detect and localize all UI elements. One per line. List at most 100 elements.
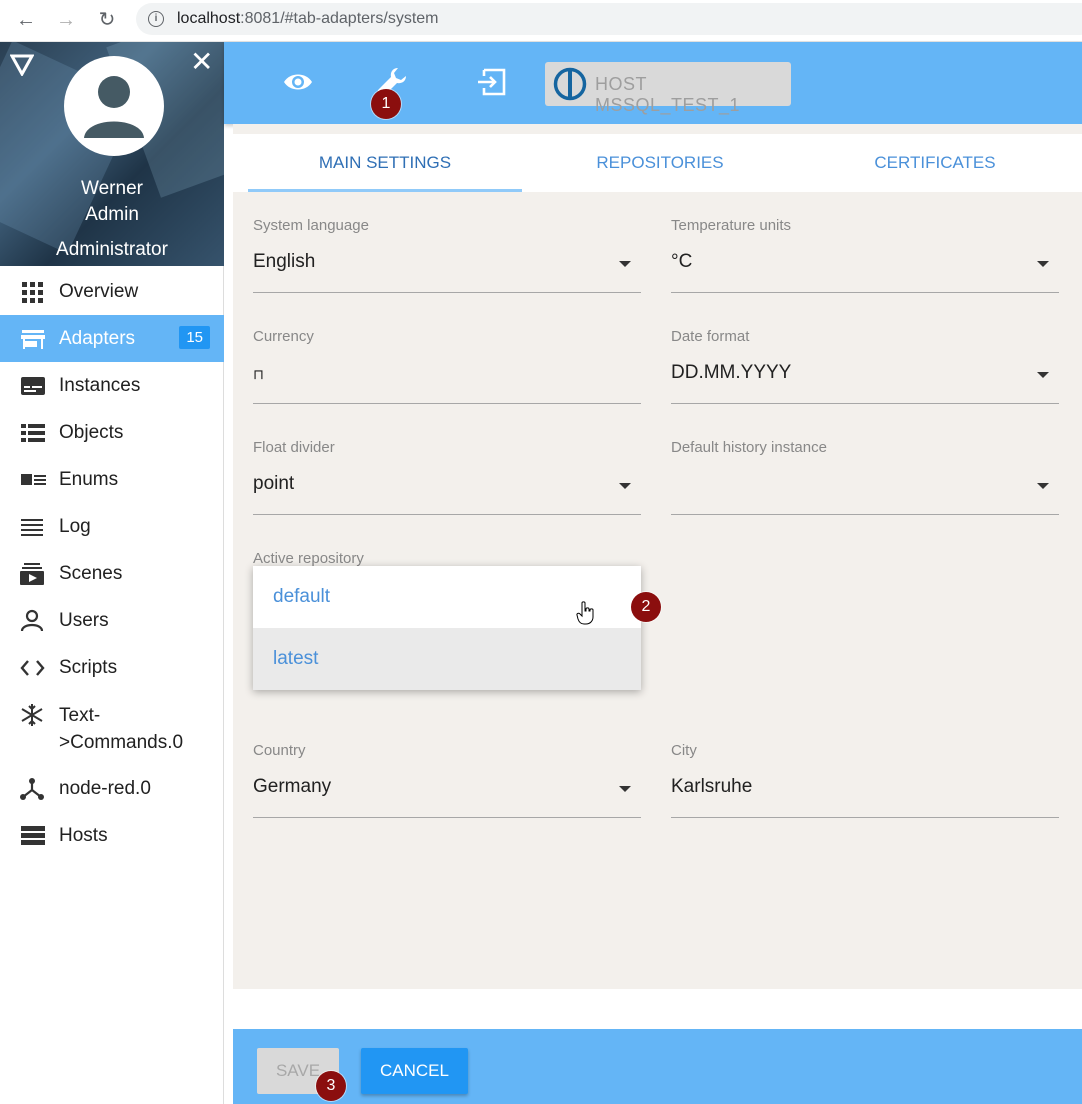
city-input[interactable]: City Karlsruhe bbox=[671, 742, 1059, 818]
toolbar: HOST MSSQL_TEST_1 bbox=[224, 42, 1082, 124]
sidebar-item-label: Hosts bbox=[59, 825, 108, 846]
host-label: HOST MSSQL_TEST_1 bbox=[595, 74, 741, 115]
temperature-units-select[interactable]: Temperature units °C bbox=[671, 217, 1059, 293]
adapters-count-badge: 15 bbox=[179, 326, 210, 349]
sidebar-item-overview[interactable]: Overview bbox=[0, 268, 224, 315]
field-value: Karlsruhe bbox=[671, 776, 753, 797]
user-icon bbox=[20, 609, 44, 631]
float-divider-select[interactable]: Float divider point bbox=[253, 439, 641, 515]
field-value: point bbox=[253, 473, 295, 494]
field-value: English bbox=[253, 251, 316, 272]
field-value: °C bbox=[671, 251, 693, 272]
field-value: Germany bbox=[253, 776, 332, 797]
node-red-icon bbox=[20, 777, 44, 800]
sidebar-item-label: Users bbox=[59, 610, 109, 631]
sidebar-item-label: Scenes bbox=[59, 563, 123, 584]
grid-icon bbox=[22, 281, 43, 303]
iobroker-logo-icon bbox=[553, 67, 587, 101]
sidebar-item-label: Text- >Commands.0 bbox=[59, 705, 184, 753]
log-icon bbox=[21, 518, 43, 536]
profile-role: Administrator bbox=[56, 239, 168, 260]
profile-last-name: Admin bbox=[85, 204, 139, 225]
sidebar-item-hosts[interactable]: Hosts bbox=[0, 812, 224, 859]
profile-first-name: Werner bbox=[81, 178, 143, 199]
snowflake-icon bbox=[21, 704, 43, 726]
field-label: Temperature units bbox=[671, 217, 792, 234]
info-icon[interactable]: i bbox=[148, 11, 164, 27]
sidebar-item-adapters[interactable]: Adapters 15 bbox=[0, 315, 224, 362]
repo-option-latest[interactable]: latest bbox=[253, 628, 641, 690]
step-marker-1: 1 bbox=[371, 89, 401, 119]
field-label: System language bbox=[253, 217, 369, 234]
logout-icon[interactable] bbox=[474, 64, 510, 100]
sidebar-item-node-red[interactable]: node-red.0 bbox=[0, 765, 224, 812]
default-history-select[interactable]: Default history instance bbox=[671, 439, 1059, 515]
sidebar-item-scripts[interactable]: Scripts bbox=[0, 644, 224, 691]
reload-icon[interactable]: ↻ bbox=[95, 8, 119, 32]
field-label: Active repository bbox=[253, 550, 364, 567]
field-label: Currency bbox=[253, 328, 314, 345]
sidebar-item-label: Log bbox=[59, 516, 91, 537]
user-avatar-icon bbox=[84, 76, 144, 138]
currency-input[interactable]: Currency ⊓ bbox=[253, 328, 641, 404]
sidebar-item-label: Instances bbox=[59, 375, 141, 396]
nav-list: Overview Adapters 15 Instances Objects E… bbox=[0, 268, 224, 859]
sidebar-item-instances[interactable]: Instances bbox=[0, 362, 224, 409]
scenes-icon bbox=[20, 562, 44, 585]
dropdown-arrow-icon bbox=[1037, 261, 1049, 267]
enums-icon bbox=[21, 473, 46, 485]
close-icon[interactable]: ✕ bbox=[190, 48, 213, 76]
sidebar-item-label: Scripts bbox=[59, 657, 118, 678]
step-marker-2: 2 bbox=[631, 592, 661, 622]
dropdown-arrow-icon bbox=[1037, 483, 1049, 489]
field-value: ⊓ bbox=[253, 366, 264, 382]
dropdown-arrow-icon bbox=[619, 786, 631, 792]
cancel-button[interactable]: CANCEL bbox=[361, 1048, 468, 1094]
field-label: Float divider bbox=[253, 439, 335, 456]
field-label: Country bbox=[253, 742, 306, 759]
sidebar: ✕ Werner Admin Administrator Overview Ad… bbox=[0, 42, 224, 1104]
step-marker-3: 3 bbox=[316, 1071, 346, 1101]
avatar bbox=[64, 56, 164, 156]
system-language-select[interactable]: System language English bbox=[253, 217, 641, 293]
sidebar-item-objects[interactable]: Objects bbox=[0, 409, 224, 456]
sidebar-item-label: Adapters bbox=[59, 328, 136, 349]
tab-indicator bbox=[248, 189, 522, 192]
dropdown-arrow-icon bbox=[619, 483, 631, 489]
sidebar-item-enums[interactable]: Enums bbox=[0, 456, 224, 503]
instances-icon bbox=[21, 376, 45, 395]
tab-repositories[interactable]: REPOSITORIES bbox=[523, 134, 797, 192]
host-selector[interactable]: HOST MSSQL_TEST_1 bbox=[545, 62, 791, 115]
tab-main-settings[interactable]: MAIN SETTINGS bbox=[248, 134, 522, 192]
forward-icon[interactable]: → bbox=[54, 8, 78, 32]
footer-bar: SAVE CANCEL bbox=[233, 1029, 1082, 1104]
sidebar-item-label: Enums bbox=[59, 469, 119, 490]
sidebar-item-scenes[interactable]: Scenes bbox=[0, 550, 224, 597]
back-icon[interactable]: ← bbox=[14, 8, 38, 32]
browser-bar: ← → ↻ i localhost:8081/#tab-adapters/sys… bbox=[0, 0, 1082, 42]
address-bar[interactable]: i localhost:8081/#tab-adapters/system bbox=[136, 3, 1082, 35]
field-label: Default history instance bbox=[671, 439, 827, 456]
sidebar-item-text-commands[interactable]: Text- >Commands.0 bbox=[0, 691, 224, 765]
profile-header: ✕ Werner Admin Administrator bbox=[0, 42, 224, 266]
url-text: localhost:8081/#tab-adapters/system bbox=[177, 10, 439, 27]
sidebar-item-label: node-red.0 bbox=[59, 778, 151, 799]
sidebar-item-log[interactable]: Log bbox=[0, 503, 224, 550]
sidebar-item-users[interactable]: Users bbox=[0, 597, 224, 644]
menu-triangle-icon[interactable] bbox=[10, 54, 34, 76]
field-label: City bbox=[671, 742, 697, 759]
store-icon bbox=[21, 329, 45, 349]
tab-certificates[interactable]: CERTIFICATES bbox=[798, 134, 1072, 192]
field-label: Date format bbox=[671, 328, 750, 345]
dropdown-arrow-icon bbox=[1037, 372, 1049, 378]
list-icon bbox=[21, 423, 45, 442]
eye-icon[interactable] bbox=[280, 64, 316, 100]
sidebar-item-label: Overview bbox=[59, 281, 139, 302]
hand-cursor-icon bbox=[576, 601, 594, 625]
content-footer-spacer bbox=[233, 989, 1082, 1029]
country-select[interactable]: Country Germany bbox=[253, 742, 641, 818]
code-icon bbox=[20, 659, 45, 676]
date-format-select[interactable]: Date format DD.MM.YYYY bbox=[671, 328, 1059, 404]
field-value: DD.MM.YYYY bbox=[671, 362, 792, 383]
sidebar-item-label: Objects bbox=[59, 422, 124, 443]
